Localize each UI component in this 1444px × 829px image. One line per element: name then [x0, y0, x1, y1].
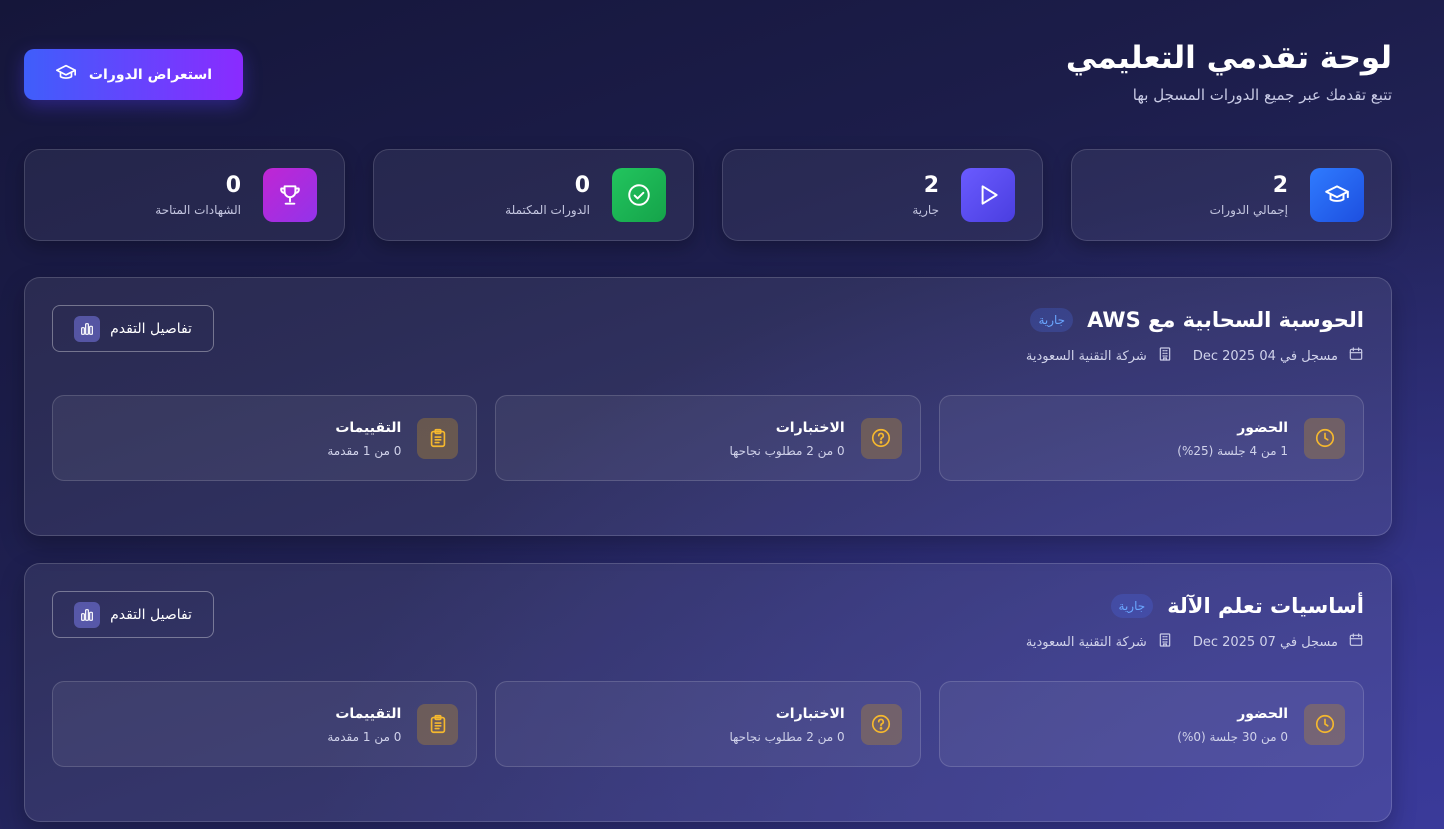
- status-badge: جارية: [1030, 308, 1074, 332]
- clipboard-icon: [417, 703, 459, 745]
- building-icon: [1157, 346, 1173, 366]
- stat-value: 2: [923, 173, 939, 198]
- metric-attendance: الحضور 0 من 30 جلسة (0%): [938, 681, 1364, 767]
- page-title: لوحة تقدمي التعليمي: [1065, 40, 1392, 76]
- clock-icon: [1304, 703, 1345, 745]
- stat-card-certificates: 0 الشهادات المتاحة: [24, 149, 345, 241]
- progress-details-label: تفاصيل التقدم: [110, 606, 192, 623]
- course-title-row: أساسيات تعلم الآلة جارية: [1110, 592, 1364, 620]
- browse-courses-button[interactable]: استعراض الدورات: [24, 49, 243, 100]
- stat-card-total-courses: 2 إجمالي الدورات: [1071, 149, 1392, 241]
- stat-label: الشهادات المتاحة: [155, 203, 241, 217]
- course-card: أساسيات تعلم الآلة جارية مسجل في 07 Dec …: [24, 563, 1392, 822]
- metric-title: الحضور: [1237, 706, 1288, 722]
- course-meta: مسجل في 04 Dec 2025 شركة التقنية السعودي…: [1026, 346, 1364, 366]
- play-icon: [961, 168, 1015, 222]
- progress-details-button[interactable]: تفاصيل التقدم: [52, 591, 214, 638]
- enrolled-date-text: مسجل في 07 Dec 2025: [1192, 634, 1338, 650]
- course-metrics: الحضور 1 من 4 جلسة (25%) الاختبارات 0 من…: [52, 395, 1364, 481]
- metric-assessments: التقييمات 0 من 1 مقدمة: [52, 681, 478, 767]
- metric-text: التقييمات 0 من 1 مقدمة: [327, 704, 401, 744]
- page-subtitle: تتبع تقدمك عبر جميع الدورات المسجل بها: [1132, 86, 1392, 104]
- metric-attendance: الحضور 1 من 4 جلسة (25%): [938, 395, 1364, 481]
- question-circle-icon: [860, 417, 902, 459]
- course-title: أساسيات تعلم الآلة: [1167, 594, 1364, 618]
- metric-title: التقييمات: [335, 420, 402, 436]
- progress-details-button[interactable]: تفاصيل التقدم: [52, 305, 214, 352]
- stat-text: 0 الشهادات المتاحة: [155, 173, 241, 217]
- calendar-icon: [1348, 346, 1364, 366]
- company-name-text: شركة التقنية السعودية: [1025, 348, 1147, 364]
- enrolled-date: مسجل في 07 Dec 2025: [1193, 632, 1364, 652]
- progress-dashboard: لوحة تقدمي التعليمي تتبع تقدمك عبر جميع …: [24, 0, 1392, 822]
- metric-subtitle: 0 من 30 جلسة (0%): [1177, 730, 1288, 744]
- metric-title: الاختبارات: [775, 706, 845, 722]
- bar-chart-icon: [74, 315, 101, 342]
- stat-text: 2 إجمالي الدورات: [1210, 173, 1288, 217]
- metric-quizzes: الاختبارات 0 من 2 مطلوب نجاحها: [495, 395, 921, 481]
- metric-subtitle: 0 من 2 مطلوب نجاحها: [729, 730, 845, 744]
- metric-subtitle: 1 من 4 جلسة (25%): [1177, 444, 1288, 458]
- company-name-text: شركة التقنية السعودية: [1025, 634, 1147, 650]
- graduation-cap-icon: [1310, 168, 1364, 222]
- metric-text: التقييمات 0 من 1 مقدمة: [327, 418, 401, 458]
- enrolled-date: مسجل في 04 Dec 2025: [1193, 346, 1364, 366]
- metric-text: الحضور 1 من 4 جلسة (25%): [1177, 418, 1288, 458]
- stat-text: 0 الدورات المكتملة: [505, 173, 590, 217]
- course-card: الحوسبة السحابية مع AWS جارية مسجل في 04…: [24, 277, 1392, 536]
- metric-text: الاختبارات 0 من 2 مطلوب نجاحها: [729, 704, 844, 744]
- course-meta: مسجل في 07 Dec 2025 شركة التقنية السعودي…: [1026, 632, 1364, 652]
- stat-value: 0: [225, 173, 241, 198]
- company-name: شركة التقنية السعودية: [1026, 632, 1173, 652]
- clipboard-icon: [417, 417, 459, 459]
- stat-value: 2: [1272, 173, 1288, 198]
- stat-label: جارية: [912, 203, 939, 217]
- metric-subtitle: 0 من 2 مطلوب نجاحها: [729, 444, 845, 458]
- title-block: لوحة تقدمي التعليمي تتبع تقدمك عبر جميع …: [1066, 38, 1392, 104]
- metric-subtitle: 0 من 1 مقدمة: [327, 730, 402, 744]
- course-metrics: الحضور 0 من 30 جلسة (0%) الاختبارات 0 من…: [52, 681, 1364, 767]
- calendar-icon: [1348, 632, 1364, 652]
- clock-icon: [1304, 417, 1345, 459]
- metric-title: التقييمات: [335, 706, 402, 722]
- browse-courses-label: استعراض الدورات: [88, 66, 213, 83]
- stats-row: 2 إجمالي الدورات 2 جارية 0 الدورات المكت…: [24, 149, 1392, 241]
- metric-title: الاختبارات: [775, 420, 845, 436]
- metric-title: الحضور: [1237, 420, 1288, 436]
- course-title-row: الحوسبة السحابية مع AWS جارية: [1030, 306, 1364, 334]
- building-icon: [1157, 632, 1173, 652]
- bar-chart-icon: [74, 601, 101, 628]
- check-circle-icon: [612, 168, 666, 222]
- metric-assessments: التقييمات 0 من 1 مقدمة: [52, 395, 478, 481]
- stat-label: الدورات المكتملة: [505, 203, 590, 217]
- metric-text: الحضور 0 من 30 جلسة (0%): [1177, 704, 1288, 744]
- graduation-cap-icon: [55, 62, 77, 88]
- course-header: أساسيات تعلم الآلة جارية مسجل في 07 Dec …: [52, 591, 1364, 681]
- course-header: الحوسبة السحابية مع AWS جارية مسجل في 04…: [52, 305, 1364, 395]
- status-badge: جارية: [1110, 594, 1154, 618]
- course-title: الحوسبة السحابية مع AWS: [1087, 308, 1364, 332]
- company-name: شركة التقنية السعودية: [1026, 346, 1173, 366]
- stat-label: إجمالي الدورات: [1209, 203, 1288, 217]
- metric-subtitle: 0 من 1 مقدمة: [327, 444, 402, 458]
- stat-text: 2 جارية: [912, 173, 939, 217]
- question-circle-icon: [860, 703, 902, 745]
- progress-details-label: تفاصيل التقدم: [110, 320, 192, 337]
- metric-text: الاختبارات 0 من 2 مطلوب نجاحها: [729, 418, 844, 458]
- enrolled-date-text: مسجل في 04 Dec 2025: [1192, 348, 1338, 364]
- stat-card-completed: 0 الدورات المكتملة: [373, 149, 694, 241]
- stat-card-in-progress: 2 جارية: [722, 149, 1043, 241]
- stat-value: 0: [574, 173, 590, 198]
- trophy-icon: [263, 168, 317, 222]
- page-header: لوحة تقدمي التعليمي تتبع تقدمك عبر جميع …: [24, 0, 1392, 149]
- metric-quizzes: الاختبارات 0 من 2 مطلوب نجاحها: [495, 681, 921, 767]
